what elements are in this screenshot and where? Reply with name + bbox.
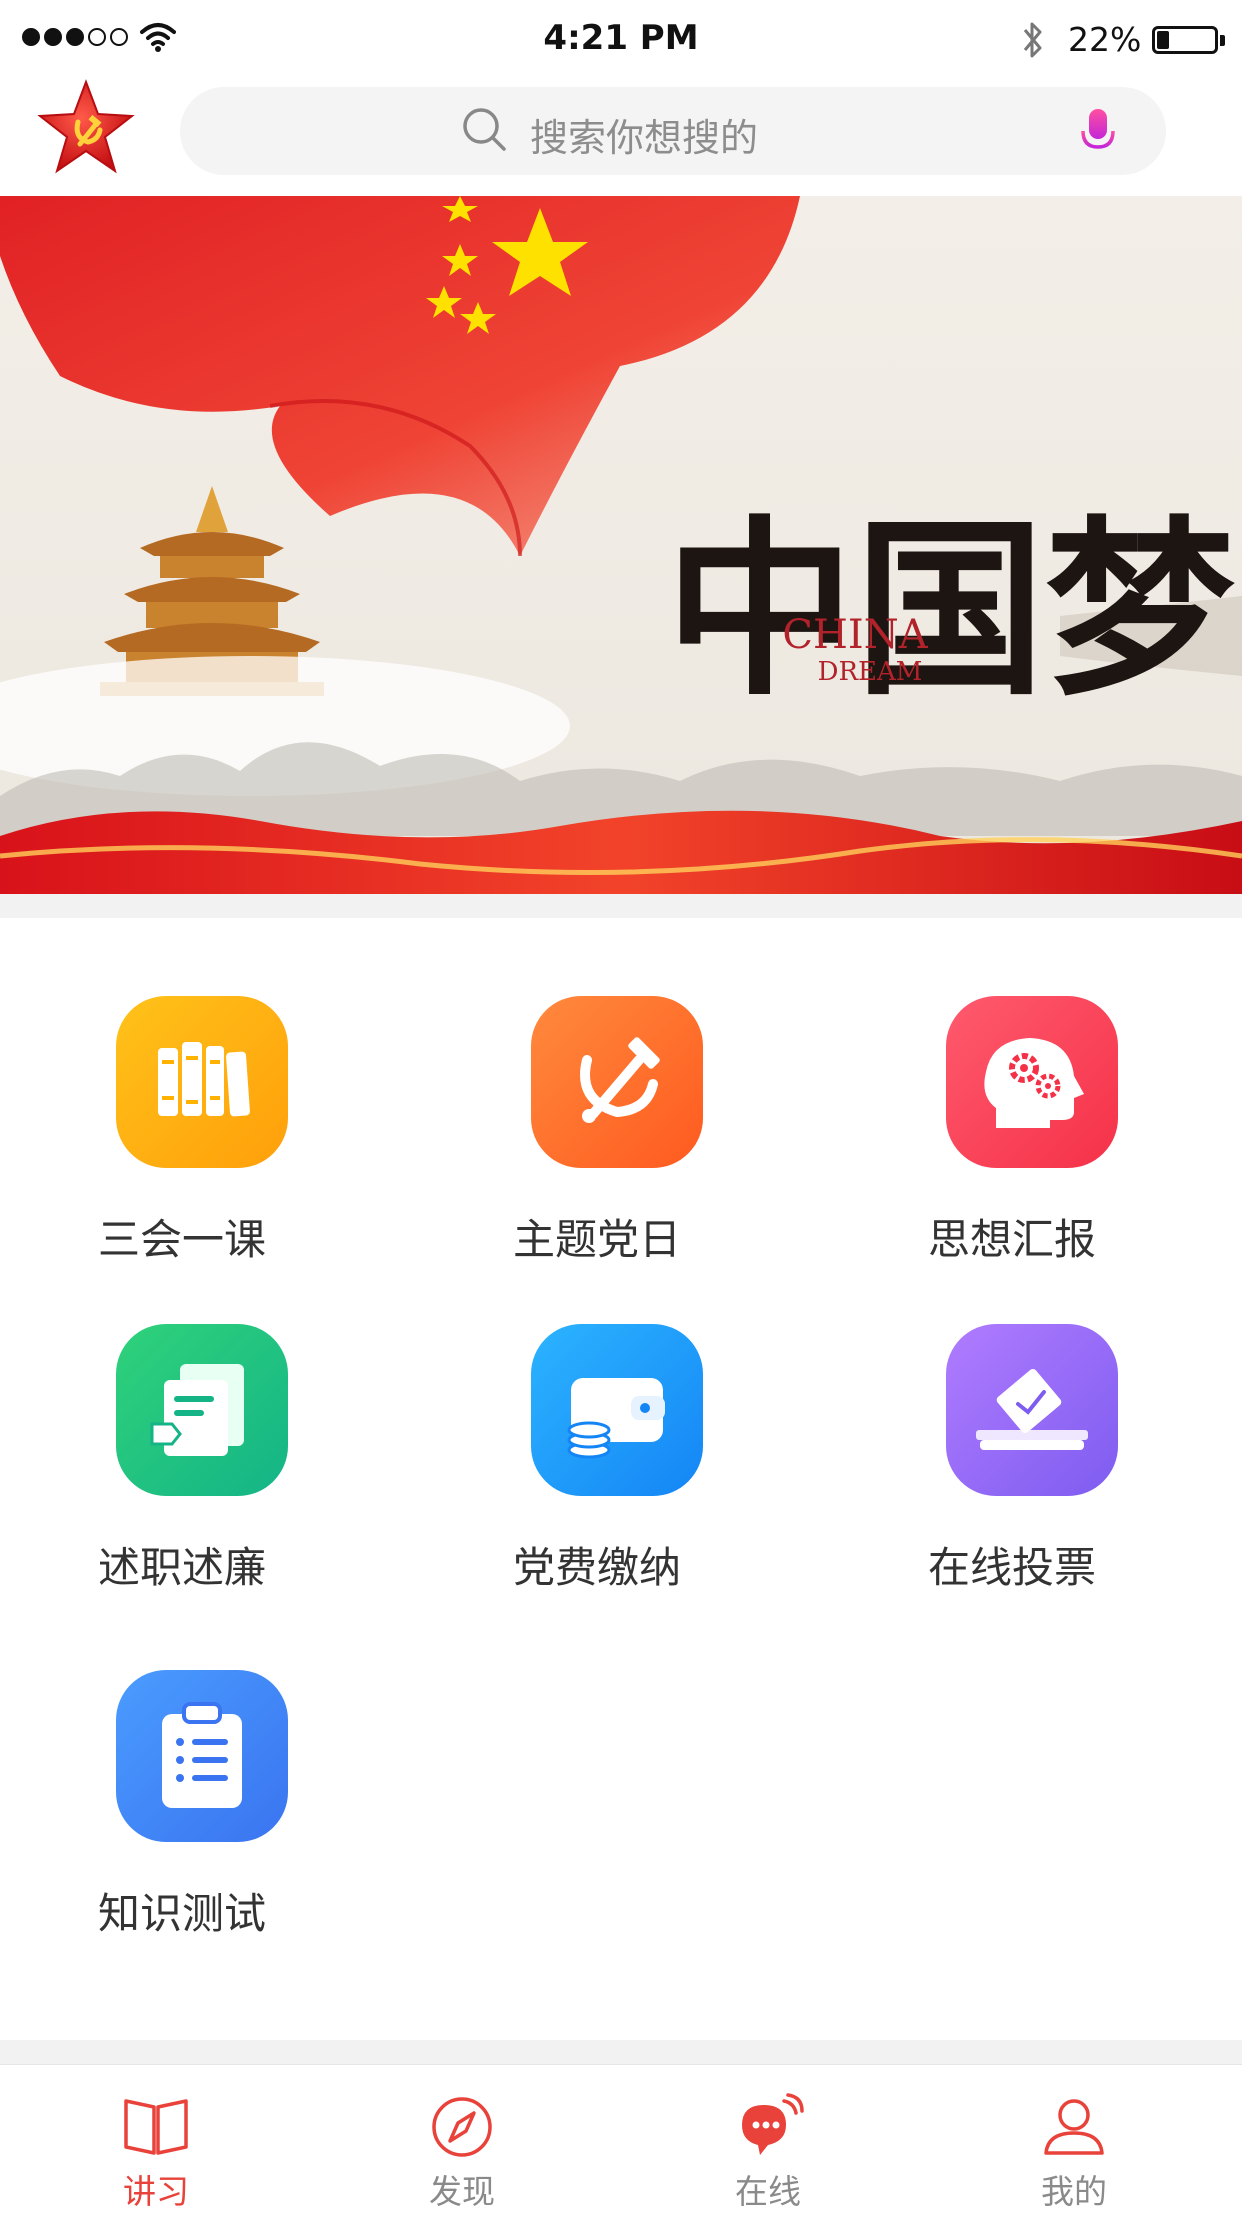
bottom-tab-bar: 讲习 发现 在线 我的 <box>0 2064 1242 2211</box>
hammer-sickle-icon <box>531 996 703 1168</box>
grid-item-label: 知识测试 <box>97 1889 266 1938</box>
wallet-coins-icon <box>531 1324 703 1496</box>
grid-item-7[interactable]: 知识测试 <box>32 1670 332 1950</box>
tab-jiangxi[interactable]: 讲习 <box>76 2065 236 2211</box>
china-dream-banner[interactable]: 中国梦 CHINA DREAM <box>0 196 1242 894</box>
ballot-box-icon <box>946 1324 1118 1496</box>
battery-icon <box>1152 26 1218 54</box>
banner-title-cn: 中国梦 <box>665 498 1235 721</box>
microphone-icon[interactable] <box>1078 107 1118 159</box>
chat-bubble-icon <box>742 2093 804 2155</box>
tab-faxian[interactable]: 发现 <box>382 2065 542 2211</box>
tab-label: 在线 <box>735 2172 801 2211</box>
tab-zaixian[interactable]: 在线 <box>688 2065 848 2211</box>
banner-title-en-1: CHINA <box>782 612 928 658</box>
party-star-logo-icon[interactable] <box>34 76 138 180</box>
brain-gears-icon <box>946 996 1118 1168</box>
tab-wode[interactable]: 我的 <box>994 2065 1154 2211</box>
bluetooth-icon <box>1023 22 1042 58</box>
search-bar[interactable]: 搜索你想搜的 <box>180 87 1166 175</box>
books-icon <box>116 996 288 1168</box>
grid-item-2[interactable]: 主题党日 <box>447 996 747 1276</box>
grid-item-5[interactable]: 党费缴纳 <box>447 1324 747 1604</box>
grid-item-6[interactable]: 在线投票 <box>862 1324 1162 1604</box>
status-time: 4:21 PM <box>543 18 699 58</box>
compass-icon <box>432 2097 492 2157</box>
search-icon <box>463 108 506 151</box>
user-icon <box>1044 2099 1104 2155</box>
report-document-icon <box>116 1324 288 1496</box>
tab-label: 发现 <box>429 2172 495 2211</box>
section-divider <box>0 894 1242 918</box>
tab-label: 讲习 <box>123 2172 189 2211</box>
grid-item-4[interactable]: 述职述廉 <box>32 1324 332 1604</box>
banner-title-en-2: DREAM <box>818 657 923 687</box>
book-icon <box>124 2099 188 2155</box>
grid-item-label: 党费缴纳 <box>512 1543 681 1592</box>
tab-label: 我的 <box>1041 2172 1107 2211</box>
battery-percent: 22% <box>1068 20 1142 59</box>
grid-item-label: 思想汇报 <box>927 1215 1096 1264</box>
grid-item-label: 三会一课 <box>97 1215 266 1264</box>
grid-item-label: 述职述廉 <box>97 1543 266 1592</box>
grid-item-label: 在线投票 <box>927 1543 1096 1592</box>
status-bar: 4:21 PM 22% <box>0 0 1242 80</box>
grid-item-label: 主题党日 <box>512 1215 681 1264</box>
clipboard-list-icon <box>116 1670 288 1842</box>
grid-item-1[interactable]: 三会一课 <box>32 996 332 1276</box>
search-input[interactable]: 搜索你想搜的 <box>530 107 758 162</box>
section-divider <box>0 2040 1242 2064</box>
grid-item-3[interactable]: 思想汇报 <box>862 996 1162 1276</box>
